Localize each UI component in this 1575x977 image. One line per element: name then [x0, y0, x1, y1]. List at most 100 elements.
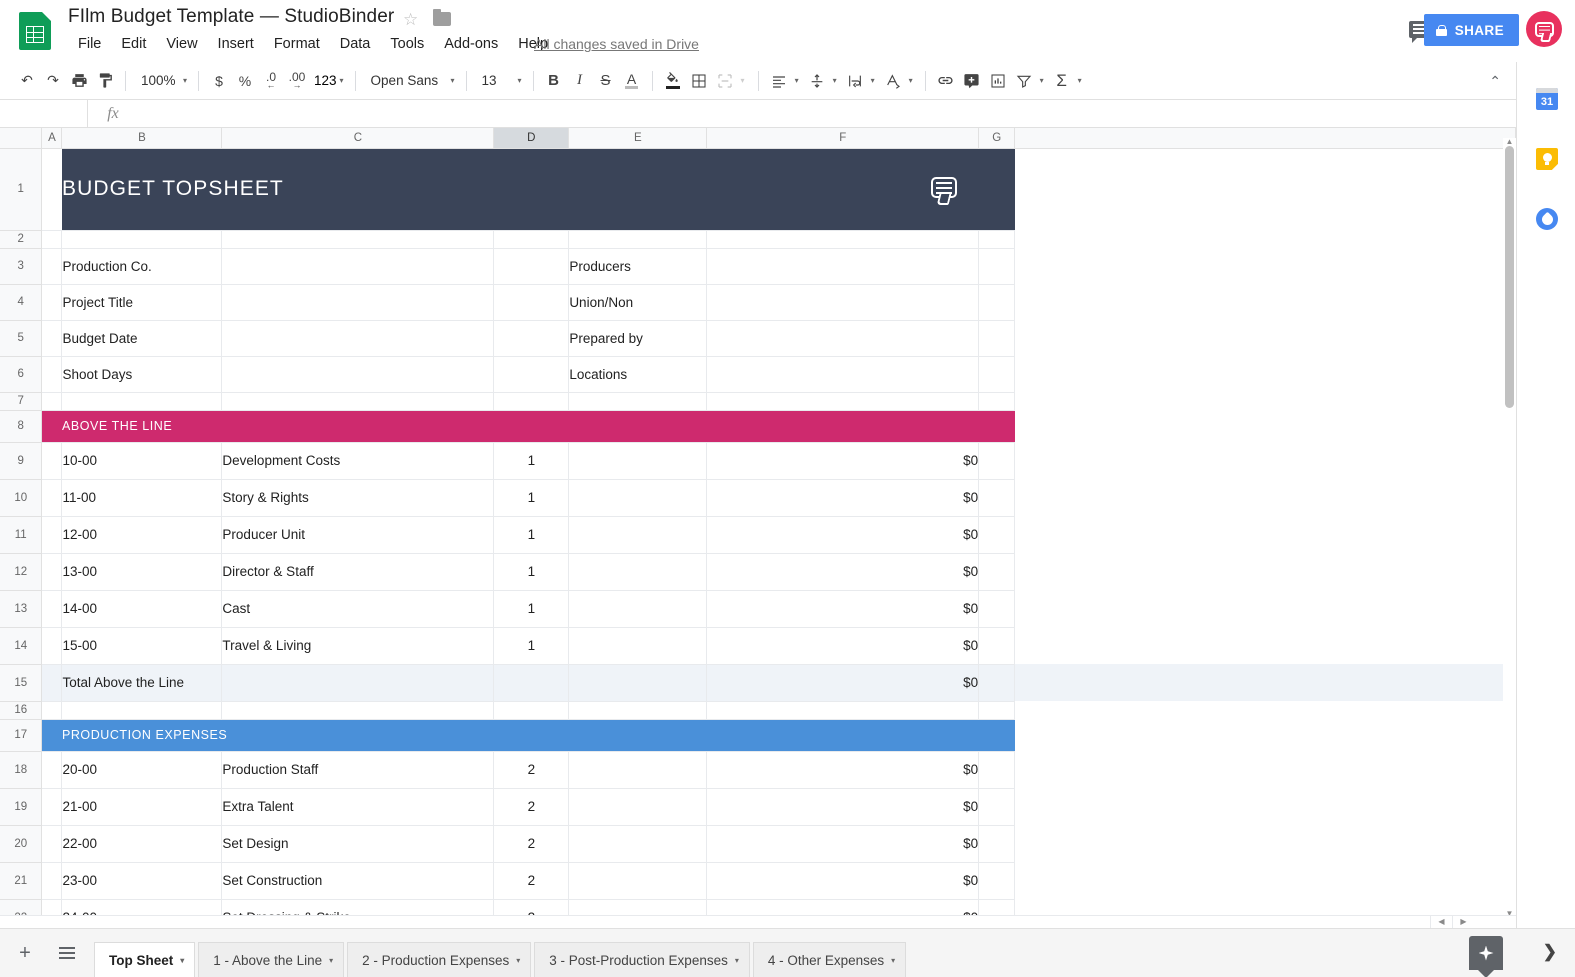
cell-c[interactable]	[221, 283, 495, 321]
table-row[interactable]: 4 Project Title Union/Non	[0, 283, 1516, 321]
cell-e[interactable]: Prepared by	[568, 319, 708, 357]
cell-d[interactable]	[493, 391, 570, 411]
row-header-9[interactable]: 9	[0, 441, 43, 480]
cell-g[interactable]	[978, 283, 1016, 321]
functions-icon[interactable]: Σ	[1049, 68, 1075, 94]
cell-c[interactable]: Director & Staff	[221, 552, 495, 591]
cell-e[interactable]	[568, 626, 708, 665]
cell-g[interactable]	[978, 626, 1016, 665]
table-row[interactable]: 15 Total Above the Line $0	[0, 663, 1516, 702]
chevron-down-icon[interactable]: ▾	[891, 956, 895, 965]
menu-add-ons[interactable]: Add-ons	[434, 34, 508, 54]
cell-b[interactable]: 14-00	[61, 589, 223, 628]
cell-b[interactable]: 22-00	[61, 824, 223, 863]
menu-edit[interactable]: Edit	[111, 34, 156, 54]
star-icon[interactable]: ☆	[403, 11, 421, 29]
cell-a[interactable]	[41, 626, 63, 665]
table-row[interactable]: 11 12-00 Producer Unit 1 $0	[0, 515, 1516, 554]
cell-d[interactable]: 2	[493, 750, 570, 789]
cell-d[interactable]	[493, 719, 569, 751]
cell-d[interactable]: 1	[493, 589, 570, 628]
insert-comment-icon[interactable]	[959, 68, 985, 94]
table-row[interactable]: 12 13-00 Director & Staff 1 $0	[0, 552, 1516, 591]
cell-c[interactable]	[221, 391, 495, 411]
cell-f[interactable]	[706, 319, 980, 357]
row-header-3[interactable]: 3	[0, 247, 43, 285]
cell-e[interactable]	[568, 229, 708, 249]
font-selector[interactable]: Open Sans ▾	[363, 68, 459, 94]
collapse-toolbar-button[interactable]: ⌃	[1482, 70, 1508, 93]
table-row[interactable]: 19 21-00 Extra Talent 2 $0	[0, 787, 1516, 826]
insert-chart-icon[interactable]	[985, 68, 1011, 94]
cell-a[interactable]	[41, 478, 63, 517]
bold-button[interactable]: B	[541, 68, 567, 94]
column-header-g[interactable]: G	[978, 128, 1016, 149]
italic-button[interactable]: I	[567, 68, 593, 94]
cell-d[interactable]	[493, 247, 570, 285]
text-color-button[interactable]: A	[619, 68, 645, 94]
currency-format-button[interactable]: $	[206, 68, 232, 94]
cell-g[interactable]	[978, 478, 1016, 517]
cell-f[interactable]: $0	[706, 750, 980, 789]
cell-e[interactable]: Union/Non	[568, 283, 708, 321]
table-row[interactable]: 14 15-00 Travel & Living 1 $0	[0, 626, 1516, 665]
cell-c[interactable]	[221, 319, 495, 357]
cell-a[interactable]	[41, 552, 63, 591]
cell-a[interactable]	[41, 824, 63, 863]
scroll-left-icon[interactable]: ◀	[1430, 916, 1452, 928]
row-header-16[interactable]: 16	[0, 700, 43, 720]
cell-c[interactable]	[221, 229, 495, 249]
cell-g[interactable]	[978, 824, 1016, 863]
cell-c[interactable]: Development Costs	[221, 441, 495, 480]
cell-f[interactable]	[706, 700, 980, 720]
cell-c[interactable]: Extra Talent	[221, 787, 495, 826]
cell-c[interactable]: Cast	[221, 589, 495, 628]
cell-e[interactable]	[568, 148, 707, 230]
merge-cells-icon[interactable]	[712, 68, 738, 94]
avatar[interactable]	[1526, 11, 1562, 47]
cell-c[interactable]: Story & Rights	[221, 478, 495, 517]
cell-b[interactable]	[61, 700, 223, 720]
cell-a[interactable]	[41, 319, 63, 357]
vertical-scroll-thumb[interactable]	[1505, 146, 1514, 408]
chevron-down-icon[interactable]: ▾	[329, 956, 333, 965]
cell-c[interactable]: Production Staff	[221, 750, 495, 789]
cell-e[interactable]	[568, 478, 708, 517]
table-row[interactable]: 3 Production Co. Producers	[0, 247, 1516, 285]
formula-input[interactable]	[138, 100, 1516, 127]
row-header-2[interactable]: 2	[0, 229, 43, 249]
more-formats-selector[interactable]: 123 ▾	[310, 68, 348, 94]
cell-f[interactable]: $0	[706, 663, 980, 702]
column-header-e[interactable]: E	[568, 128, 708, 149]
scroll-right-icon[interactable]: ▶	[1452, 916, 1474, 928]
cell-f[interactable]: $0	[706, 589, 980, 628]
cell-b[interactable]: 21-00	[61, 787, 223, 826]
share-button[interactable]: SHARE	[1423, 14, 1519, 46]
row-header-20[interactable]: 20	[0, 824, 43, 863]
cell-g[interactable]	[978, 441, 1016, 480]
row-header-21[interactable]: 21	[0, 861, 43, 900]
cell-d[interactable]	[493, 283, 570, 321]
chevron-down-icon[interactable]: ▾	[180, 956, 184, 965]
cell-g[interactable]	[978, 229, 1016, 249]
menu-insert[interactable]: Insert	[208, 34, 264, 54]
cell-b[interactable]: 13-00	[61, 552, 223, 591]
cell-g[interactable]	[978, 515, 1016, 554]
spreadsheet-grid[interactable]: A B C D E F G 1 BUDGET TOPSHEET 2 3 Production Co. P…	[0, 128, 1516, 928]
zoom-selector[interactable]: 100% ▾	[133, 68, 191, 94]
google-tasks-icon[interactable]	[1536, 208, 1558, 230]
cell-f[interactable]	[706, 229, 980, 249]
cell-f[interactable]: $0	[706, 441, 980, 480]
cell-d[interactable]: 2	[493, 861, 570, 900]
row-header-8[interactable]: 8	[0, 409, 43, 443]
cell-a[interactable]	[41, 861, 63, 900]
cell-f[interactable]: $0	[706, 824, 980, 863]
fill-color-icon[interactable]	[660, 68, 686, 94]
cell-b[interactable]: Shoot Days	[61, 355, 223, 393]
cell-f[interactable]	[706, 148, 979, 230]
font-size-selector[interactable]: 13 ▾	[474, 68, 526, 94]
cell-d[interactable]	[493, 148, 569, 230]
menu-data[interactable]: Data	[330, 34, 381, 54]
cell-c[interactable]	[221, 700, 495, 720]
table-row[interactable]: 6 Shoot Days Locations	[0, 355, 1516, 393]
